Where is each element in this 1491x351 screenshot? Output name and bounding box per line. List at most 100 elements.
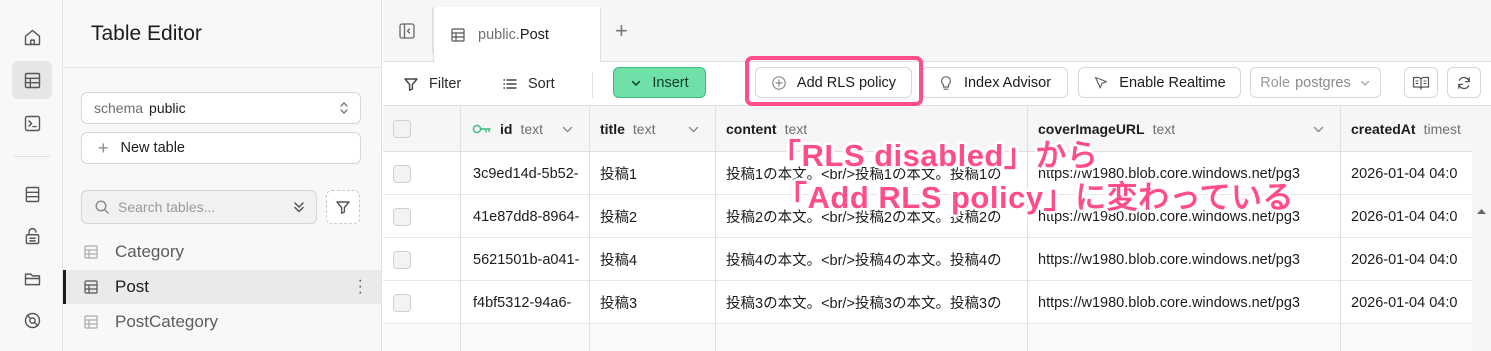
sort-icon <box>503 79 517 89</box>
more-vertical-icon[interactable]: · · · <box>358 273 363 301</box>
enable-realtime-button[interactable]: Enable Realtime <box>1078 67 1241 98</box>
column-type: timest <box>1423 121 1461 137</box>
role-value: postgres <box>1295 74 1351 91</box>
cell-id[interactable]: 5621501b-a041- <box>460 238 589 281</box>
book-icon <box>1412 76 1430 90</box>
insert-button[interactable]: Insert <box>613 67 706 98</box>
row-select-cell <box>383 238 460 281</box>
toolbar-divider <box>592 72 593 98</box>
sidebar-divider <box>63 67 382 68</box>
table-editor-icon[interactable] <box>12 61 52 99</box>
select-all-cell <box>383 106 460 152</box>
index-advisor-label: Index Advisor <box>963 74 1052 91</box>
row-checkbox[interactable] <box>393 250 411 269</box>
table-icon <box>83 314 99 330</box>
column-header-title[interactable]: title text <box>589 106 715 152</box>
cell-id[interactable]: 41e87dd8-8964- <box>460 195 589 238</box>
realtime-icon[interactable] <box>12 301 52 339</box>
chevron-down-icon <box>1360 80 1369 86</box>
filter-label: Filter <box>429 76 462 92</box>
table-icon <box>450 27 466 43</box>
row-checkbox[interactable] <box>393 207 411 226</box>
double-chevron-down-icon[interactable] <box>292 200 306 214</box>
home-icon[interactable] <box>12 18 52 56</box>
column-name: createdAt <box>1351 121 1416 137</box>
cell-createdat[interactable]: 2026-01-04 04:0 <box>1340 238 1473 281</box>
grid-toolbar: Filter Sort Insert Add RLS policy Index … <box>383 62 1491 106</box>
table-editor-sidebar: Table Editor schema public + New table S… <box>63 0 382 351</box>
refresh-button[interactable] <box>1447 67 1481 98</box>
index-advisor-button[interactable]: Index Advisor <box>921 67 1068 98</box>
table-icon <box>83 244 99 260</box>
select-all-checkbox[interactable] <box>393 120 411 138</box>
filter-icon <box>404 78 418 91</box>
cell-createdat[interactable]: 2026-01-04 04:0 <box>1340 195 1473 238</box>
sidebar-title: Table Editor <box>91 22 202 45</box>
cell-content[interactable]: 投稿3の本文。<br/>投稿3の本文。投稿3の <box>715 281 1027 324</box>
icon-rail <box>0 0 63 351</box>
scroll-up-arrow-icon[interactable] <box>1472 204 1491 218</box>
tab-table-label: Post <box>519 27 549 43</box>
refresh-icon <box>1458 76 1470 89</box>
updown-chevron-icon <box>340 102 348 114</box>
column-header-id[interactable]: id text <box>460 106 589 152</box>
sidebar-collapse-icon[interactable] <box>396 20 418 42</box>
insert-label: Insert <box>652 74 689 91</box>
column-name: content <box>726 121 777 137</box>
tab-public-post[interactable]: public. Post <box>433 7 601 63</box>
api-docs-button[interactable] <box>1404 67 1438 98</box>
storage-icon[interactable] <box>12 259 52 297</box>
cell-id[interactable]: 3c9ed14d-5b52- <box>460 152 589 195</box>
cell-id[interactable]: f4bf5312-94a6- <box>460 281 589 324</box>
row-select-cell <box>383 281 460 324</box>
chevron-down-icon <box>688 126 699 133</box>
cell-title[interactable]: 投稿3 <box>589 281 715 324</box>
enable-realtime-label: Enable Realtime <box>1119 74 1226 91</box>
new-table-label: New table <box>120 140 185 156</box>
new-table-button[interactable]: + New table <box>81 132 361 164</box>
cell-createdat[interactable]: 2026-01-04 04:0 <box>1340 281 1473 324</box>
key-icon <box>472 124 491 134</box>
annotation-line-2: 「Add RLS policy」に変わっている <box>776 180 1295 215</box>
lightbulb-icon <box>941 75 951 90</box>
table-row[interactable]: f4bf5312-94a6- 投稿3 投稿3の本文。<br/>投稿3の本文。投稿… <box>383 281 1473 324</box>
sidebar-item-post[interactable]: Post · · · <box>63 270 381 304</box>
column-type: text <box>1152 121 1176 137</box>
chevron-down-icon <box>562 126 573 133</box>
search-icon <box>95 200 109 214</box>
sort-button[interactable]: Sort <box>502 70 555 98</box>
cell-content[interactable]: 投稿4の本文。<br/>投稿4の本文。投稿4の <box>715 238 1027 281</box>
database-icon[interactable] <box>12 175 52 213</box>
filter-button[interactable]: Filter <box>403 70 461 98</box>
vertical-scrollbar[interactable] <box>1472 150 1491 351</box>
search-tables-input[interactable]: Search tables... <box>81 190 317 224</box>
row-checkbox[interactable] <box>393 293 411 312</box>
cell-title[interactable]: 投稿2 <box>589 195 715 238</box>
column-name: title <box>600 121 625 137</box>
cell-coverimageurl[interactable]: https://w1980.blob.core.windows.net/pg3 <box>1027 281 1340 324</box>
table-row[interactable]: 5621501b-a041- 投稿4 投稿4の本文。<br/>投稿4の本文。投稿… <box>383 238 1473 281</box>
sort-label: Sort <box>528 76 555 92</box>
auth-lock-icon[interactable] <box>12 217 52 255</box>
add-tab-icon[interactable]: + <box>615 18 628 44</box>
cell-title[interactable]: 投稿1 <box>589 152 715 195</box>
cell-coverimageurl[interactable]: https://w1980.blob.core.windows.net/pg3 <box>1027 238 1340 281</box>
column-divider <box>460 106 461 351</box>
schema-select-value: public <box>149 100 186 116</box>
cell-createdat[interactable]: 2026-01-04 04:0 <box>1340 152 1473 195</box>
schema-select[interactable]: schema public <box>81 92 361 124</box>
cursor-icon <box>1095 76 1108 88</box>
filter-tables-button[interactable] <box>326 190 360 224</box>
role-select[interactable]: Role postgres <box>1250 67 1381 98</box>
column-type: text <box>520 121 544 137</box>
row-checkbox[interactable] <box>393 164 411 183</box>
sidebar-item-label: PostCategory <box>115 312 218 331</box>
sql-editor-icon[interactable] <box>12 104 52 142</box>
sidebar-item-category[interactable]: Category <box>63 235 381 269</box>
plus-icon: + <box>98 138 109 158</box>
column-header-createdat[interactable]: createdAt timest <box>1340 106 1473 152</box>
sidebar-item-postcategory[interactable]: PostCategory <box>63 305 381 339</box>
cell-title[interactable]: 投稿4 <box>589 238 715 281</box>
filter-icon <box>336 201 350 214</box>
role-label: Role <box>1260 74 1291 91</box>
